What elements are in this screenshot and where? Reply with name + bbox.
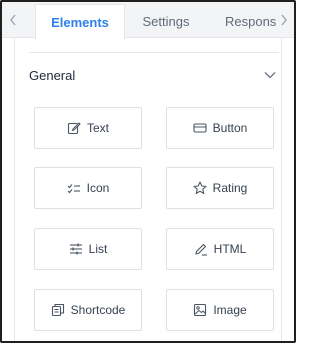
element-icon[interactable]: Icon bbox=[34, 167, 142, 209]
element-shortcode[interactable]: Shortcode bbox=[34, 289, 142, 331]
divider bbox=[29, 52, 279, 53]
element-button[interactable]: Button bbox=[166, 107, 274, 149]
element-label: Image bbox=[213, 303, 247, 317]
editor-panel: Elements Settings Responsi General Text … bbox=[0, 0, 296, 343]
element-label: HTML bbox=[213, 242, 247, 256]
tab-bar: Elements Settings Responsi bbox=[2, 2, 294, 39]
edit-icon bbox=[67, 121, 81, 135]
tab-settings[interactable]: Settings bbox=[125, 4, 207, 38]
chevron-down-icon[interactable] bbox=[261, 66, 279, 84]
image-icon bbox=[193, 303, 207, 317]
scroll-right-icon[interactable] bbox=[278, 2, 290, 38]
section-title: General bbox=[29, 67, 76, 83]
element-html[interactable]: HTML bbox=[166, 228, 274, 270]
panel-border-left bbox=[14, 38, 15, 341]
element-list[interactable]: List bbox=[34, 228, 142, 270]
checklist-icon bbox=[67, 181, 81, 195]
section-header-general[interactable]: General bbox=[29, 64, 279, 86]
element-rating[interactable]: Rating bbox=[166, 167, 274, 209]
element-text[interactable]: Text bbox=[34, 107, 142, 149]
element-image[interactable]: Image bbox=[166, 289, 274, 331]
panel-border-right bbox=[281, 38, 282, 341]
star-icon bbox=[193, 181, 207, 195]
tab-responsive[interactable]: Responsi bbox=[207, 4, 277, 38]
pen-icon bbox=[194, 242, 208, 256]
element-label: Button bbox=[212, 121, 248, 135]
scroll-left-icon[interactable] bbox=[6, 2, 20, 38]
element-label: Shortcode bbox=[70, 303, 126, 317]
shortcode-icon bbox=[51, 303, 65, 317]
element-label: List bbox=[88, 242, 108, 256]
element-label: Rating bbox=[212, 181, 248, 195]
button-icon bbox=[193, 121, 207, 135]
sliders-icon bbox=[69, 242, 83, 256]
element-label: Text bbox=[86, 121, 109, 135]
tab-elements[interactable]: Elements bbox=[35, 4, 125, 39]
element-label: Icon bbox=[86, 181, 110, 195]
